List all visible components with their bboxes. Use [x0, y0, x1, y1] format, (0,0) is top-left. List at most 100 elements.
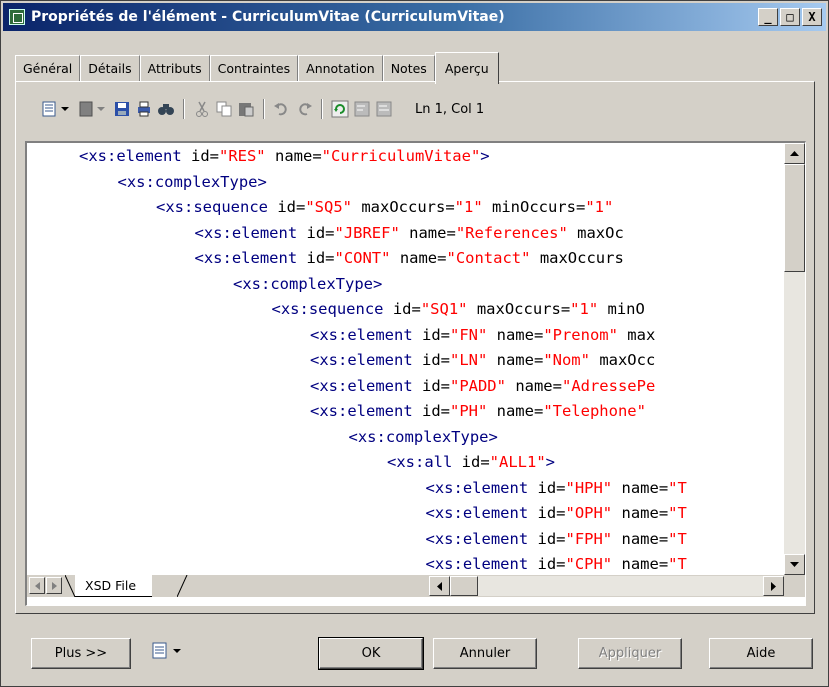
- dialog-menu-button[interactable]: [151, 641, 185, 661]
- attribute-name: max: [617, 325, 656, 344]
- properties-dropdown-arrow-icon[interactable]: [61, 107, 69, 111]
- attribute-name: id=: [306, 249, 335, 267]
- horizontal-scroll-thumb[interactable]: [450, 576, 478, 596]
- code-line[interactable]: <xs:element id="PADD" name="AdressePe: [310, 374, 655, 398]
- undo-icon[interactable]: [273, 100, 291, 118]
- maximize-button[interactable]: □: [780, 8, 800, 26]
- new-dropdown-arrow-icon[interactable]: [97, 107, 105, 111]
- window-title: Propriétés de l'élément - CurriculumVita…: [31, 9, 505, 25]
- attribute-value: "T: [668, 504, 687, 522]
- attribute-name: id=: [537, 478, 566, 497]
- attribute-value: "ALL1": [489, 453, 546, 471]
- attribute-value: "PADD": [449, 376, 506, 395]
- close-button[interactable]: X: [802, 8, 822, 26]
- attribute-name: name=: [612, 504, 669, 522]
- tab-attributes[interactable]: Attributs: [139, 55, 210, 81]
- code-line[interactable]: <xs:element id="OPH" name="T: [426, 501, 687, 525]
- code-line[interactable]: <xs:element id="JBREF" name="References"…: [195, 221, 624, 245]
- code-line[interactable]: <xs:complexType>: [118, 170, 267, 194]
- vertical-scroll-thumb[interactable]: [784, 164, 805, 272]
- paste-icon[interactable]: [237, 100, 255, 118]
- attribute-value: "References": [455, 223, 568, 242]
- title-bar[interactable]: Propriétés de l'élément - CurriculumVita…: [3, 3, 826, 31]
- attribute-value: "PH": [449, 402, 488, 420]
- attribute-value: "CONT": [334, 249, 391, 267]
- attribute-value: "Contact": [446, 249, 531, 267]
- refresh-icon[interactable]: [331, 100, 349, 118]
- attribute-name: id=: [306, 223, 335, 242]
- new-icon[interactable]: [77, 100, 95, 118]
- xml-tag: <xs:element: [425, 555, 538, 573]
- properties-dialog: Propriétés de l'élément - CurriculumVita…: [0, 0, 829, 687]
- scroll-left-button[interactable]: [429, 576, 450, 596]
- attribute-value: "JBREF": [334, 223, 400, 242]
- redo-icon[interactable]: [295, 100, 313, 118]
- apply-button[interactable]: Appliquer: [578, 638, 682, 669]
- code-line[interactable]: <xs:element id="HPH" name="T: [426, 476, 687, 500]
- code-line[interactable]: <xs:element id="LN" name="Nom" maxOcc: [310, 348, 655, 372]
- xml-tag: <xs:complexType>: [348, 427, 498, 446]
- code-line[interactable]: <xs:complexType>: [233, 272, 382, 296]
- attribute-name: maxOc: [567, 223, 624, 242]
- tab-scroll-right-icon: [51, 581, 57, 590]
- code-line[interactable]: <xs:element id="FPH" name="T: [426, 527, 687, 551]
- attribute-name: id=: [537, 504, 566, 522]
- scroll-up-icon: [790, 150, 799, 156]
- code-line[interactable]: <xs:all id="ALL1">: [387, 450, 555, 474]
- attribute-value: "CPH": [565, 555, 613, 573]
- expand-icon[interactable]: [375, 100, 393, 118]
- find-icon[interactable]: [157, 100, 175, 118]
- tab-scroll-left-button[interactable]: [29, 577, 45, 594]
- tab-constraints[interactable]: Contraintes: [209, 55, 299, 81]
- code-line[interactable]: <xs:sequence id="SQ5" maxOccurs="1" minO…: [156, 195, 613, 219]
- more-button-label: Plus >>: [54, 646, 108, 661]
- print-icon[interactable]: [135, 100, 153, 118]
- cancel-button[interactable]: Annuler: [433, 638, 537, 669]
- xsd-file-tab[interactable]: XSD File: [75, 575, 153, 597]
- code-line[interactable]: <xs:element id="CONT" name="Contact" max…: [195, 246, 624, 270]
- collapse-icon[interactable]: [353, 100, 371, 118]
- attribute-value: "Prenom": [543, 325, 618, 344]
- scroll-up-button[interactable]: [784, 143, 805, 164]
- scroll-down-button[interactable]: [784, 554, 805, 575]
- attribute-value: "Nom": [543, 351, 590, 369]
- attribute-value: "SQ5": [305, 198, 352, 216]
- scroll-down-icon: [790, 561, 799, 567]
- attribute-name: id=: [421, 402, 450, 420]
- tab-notes[interactable]: Notes: [382, 55, 435, 81]
- toolbar-separator: [321, 99, 323, 119]
- properties-icon[interactable]: [41, 100, 59, 118]
- scroll-right-button[interactable]: [763, 576, 784, 596]
- copy-icon[interactable]: [215, 100, 233, 118]
- tab-scroll-right-button[interactable]: [46, 577, 62, 594]
- code-line[interactable]: <xs:sequence id="SQ1" maxOccurs="1" minO: [272, 297, 645, 321]
- minimize-button[interactable]: _: [758, 8, 778, 26]
- preview-toolbar: Ln 1, Col 1: [41, 97, 484, 121]
- tab-general[interactable]: Général: [15, 55, 81, 81]
- attribute-name: name=: [390, 249, 447, 267]
- xml-tag: <xs:sequence: [156, 198, 278, 216]
- more-button[interactable]: Plus >>: [31, 638, 131, 669]
- tab-annotation[interactable]: Annotation: [298, 55, 383, 81]
- horizontal-scrollbar[interactable]: [429, 576, 784, 596]
- tab-scroll-left-icon: [34, 581, 40, 590]
- tab-strip: Général Détails Attributs Contraintes An…: [15, 52, 499, 84]
- code-area[interactable]: <xs:element id="RES" name="CurriculumVit…: [27, 143, 783, 575]
- attribute-value: "AdressePe: [561, 376, 656, 395]
- code-line[interactable]: <xs:element id="RES" name="CurriculumVit…: [79, 144, 490, 168]
- code-line[interactable]: <xs:element id="PH" name="Telephone": [310, 399, 646, 423]
- editor-bottom-bar: XSD File: [27, 575, 805, 597]
- code-line[interactable]: <xs:element id="FN" name="Prenom" max: [310, 323, 655, 347]
- cut-icon[interactable]: [193, 100, 211, 118]
- tab-preview[interactable]: Aperçu: [434, 52, 499, 84]
- attribute-name: name=: [399, 223, 456, 242]
- vertical-scrollbar[interactable]: [784, 143, 805, 575]
- help-button[interactable]: Aide: [709, 638, 813, 669]
- xsd-preview-editor[interactable]: <xs:element id="RES" name="CurriculumVit…: [25, 141, 806, 606]
- ok-button[interactable]: OK: [318, 637, 424, 670]
- code-line[interactable]: <xs:complexType>: [349, 425, 498, 449]
- save-icon[interactable]: [113, 100, 131, 118]
- attribute-value: "T: [668, 478, 687, 497]
- code-line[interactable]: <xs:element id="CPH" name="T: [426, 552, 687, 575]
- tab-details[interactable]: Détails: [80, 55, 140, 81]
